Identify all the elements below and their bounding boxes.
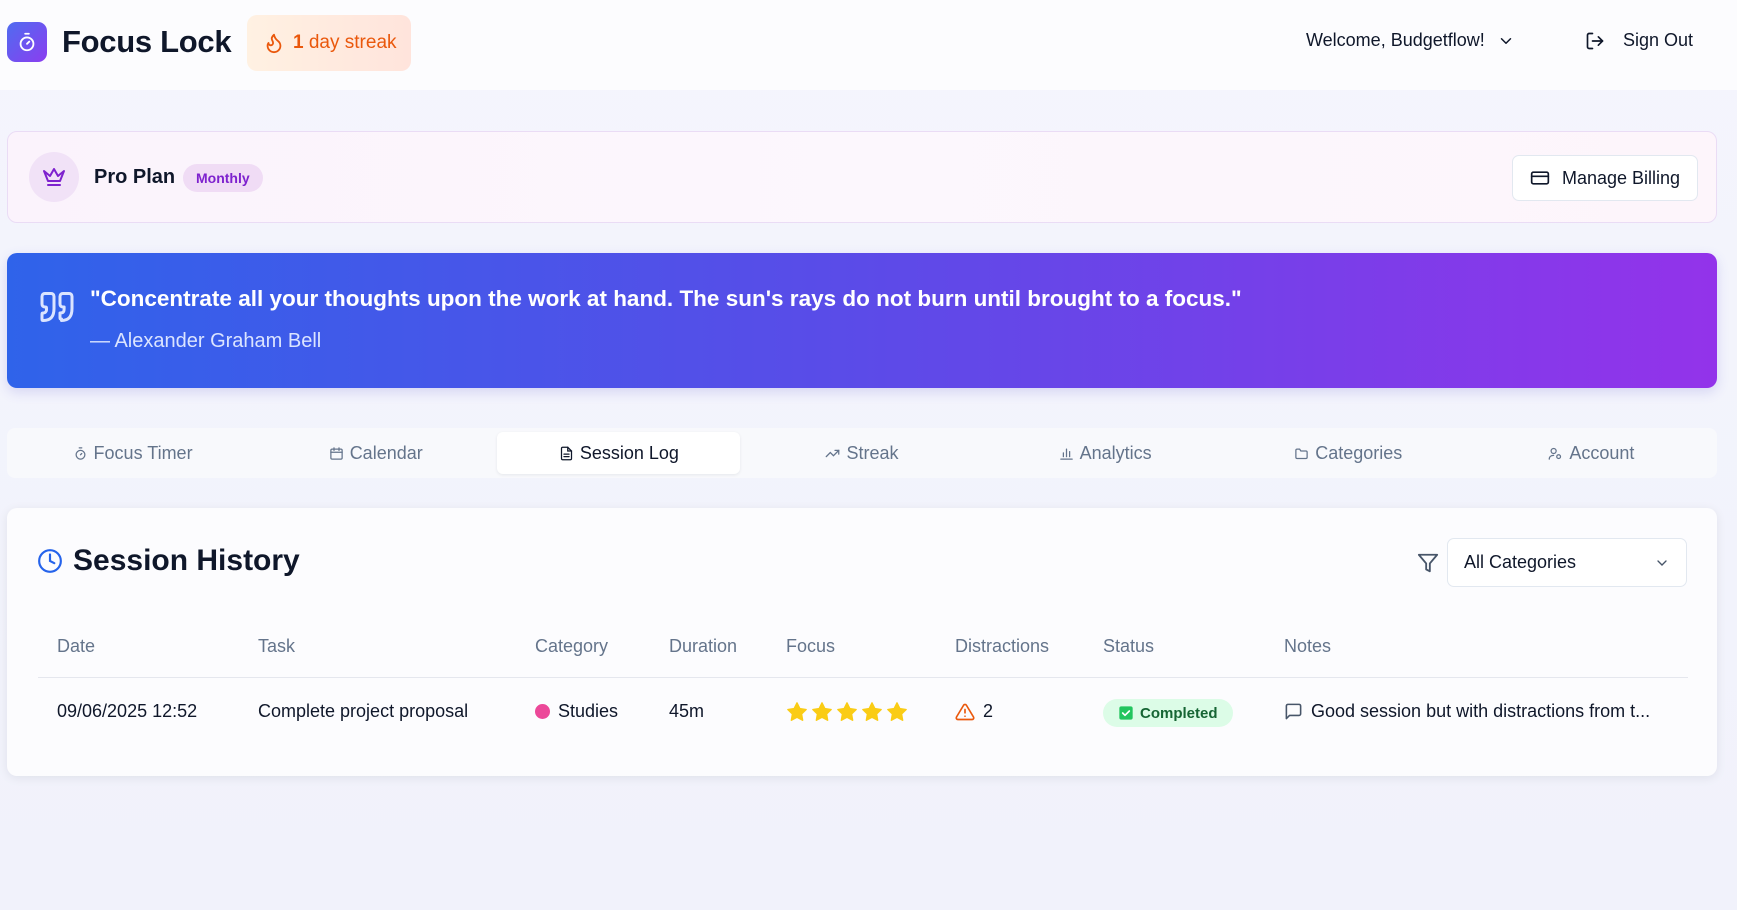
plan-period-badge: Monthly <box>183 164 263 192</box>
check-square-icon <box>1119 706 1133 720</box>
col-header-date: Date <box>57 636 96 656</box>
tab-focus-timer[interactable]: Focus Timer <box>11 432 254 474</box>
credit-card-icon <box>1530 171 1550 185</box>
tab-label: Account <box>1569 442 1635 463</box>
col-header-status: Status <box>1103 636 1155 656</box>
col-header-focus: Focus <box>786 636 836 656</box>
sign-out-button[interactable]: Sign Out <box>1585 30 1693 51</box>
log-out-icon <box>1586 32 1604 49</box>
sign-out-label: Sign Out <box>1623 30 1694 50</box>
manage-billing-label: Manage Billing <box>1561 167 1681 188</box>
file-text-icon <box>560 446 572 460</box>
col-header-distractions: Distractions <box>955 636 1050 656</box>
plan-name: Pro Plan <box>94 166 176 188</box>
cell-date: 09/06/2025 12:52 <box>57 701 198 721</box>
tab-account[interactable]: Account <box>1470 432 1713 474</box>
tab-label: Focus Timer <box>93 442 193 463</box>
tab-label: Analytics <box>1079 442 1152 463</box>
tab-label: Session Log <box>579 442 679 463</box>
star-icon <box>862 702 882 721</box>
category-filter-value: All Categories <box>1464 552 1577 572</box>
col-header-task: Task <box>258 636 296 656</box>
folder-icon <box>1295 448 1308 459</box>
chevron-down-icon <box>1657 559 1667 566</box>
cell-duration: 45m <box>669 701 705 721</box>
star-icon <box>787 702 807 721</box>
cell-category: Studies <box>535 701 618 722</box>
tab-label: Categories <box>1315 442 1403 463</box>
quote-author: — Alexander Graham Bell <box>90 330 322 352</box>
calendar-icon <box>329 446 343 460</box>
star-icon <box>837 702 857 721</box>
clock-icon <box>38 549 62 573</box>
quote-card <box>7 253 1717 388</box>
tab-bar: Focus Timer Calendar Session Log Streak … <box>7 428 1717 478</box>
manage-billing-button[interactable]: Manage Billing <box>1512 155 1698 201</box>
star-icon <box>887 702 907 721</box>
tab-label: Streak <box>846 442 899 463</box>
star-icon <box>812 702 832 721</box>
tab-label: Calendar <box>349 442 423 463</box>
notes-text: Good session but with distractions from … <box>1311 701 1651 721</box>
filter-icon <box>1417 553 1439 573</box>
col-header-duration: Duration <box>669 636 738 656</box>
status-label: Completed <box>1140 704 1218 722</box>
tab-streak[interactable]: Streak <box>740 432 983 474</box>
col-header-notes: Notes <box>1284 636 1332 656</box>
tab-categories[interactable]: Categories <box>1227 432 1470 474</box>
col-header-category: Category <box>535 636 609 656</box>
cell-focus-rating <box>786 701 908 723</box>
section-title-text: Session History <box>73 544 300 577</box>
table-divider <box>38 677 1688 678</box>
alert-triangle-icon <box>955 703 975 720</box>
category-color-dot <box>535 704 550 719</box>
crown-icon <box>29 152 79 202</box>
quote-text: "Concentrate all your thoughts upon the … <box>90 286 1242 311</box>
section-title: Session History <box>37 544 300 578</box>
cell-distractions: 2 <box>955 701 993 722</box>
trending-up-icon <box>826 449 840 457</box>
user-menu-button[interactable]: Welcome, Budgetflow! <box>1306 30 1515 51</box>
streak-count: 1 <box>293 32 304 53</box>
bar-chart-icon <box>1059 448 1073 460</box>
session-history-card: Session History All Categories Date Task… <box>7 508 1717 776</box>
status-badge: Completed <box>1103 699 1233 727</box>
cell-category-label: Studies <box>558 701 619 721</box>
streak-label: day streak <box>308 32 397 53</box>
app-title: Focus Lock <box>62 24 232 59</box>
chevron-down-icon <box>1500 37 1512 44</box>
tab-calendar[interactable]: Calendar <box>254 432 497 474</box>
focus-stars <box>786 701 908 723</box>
message-square-icon <box>1285 703 1302 720</box>
category-filter-select[interactable]: All Categories <box>1447 538 1687 587</box>
cell-task: Complete project proposal <box>258 701 469 721</box>
user-icon <box>1549 447 1562 460</box>
plan-card: Pro Plan Monthly Manage Billing <box>7 131 1717 223</box>
cell-status: Completed <box>1103 699 1233 727</box>
timer-icon <box>75 446 86 460</box>
distractions-count: 2 <box>983 701 994 721</box>
timer-logo-icon <box>7 22 47 62</box>
tab-session-log[interactable]: Session Log <box>497 432 741 474</box>
quote-icon <box>40 292 74 322</box>
cell-notes: Good session but with distractions from … <box>1284 701 1650 722</box>
tab-analytics[interactable]: Analytics <box>984 432 1227 474</box>
flame-icon <box>266 33 282 54</box>
welcome-text: Welcome, Budgetflow! <box>1306 30 1485 50</box>
top-bar: Focus Lock 1 day streak Welcome, Budgetf… <box>0 0 1737 90</box>
streak-badge: 1 day streak <box>247 15 411 71</box>
